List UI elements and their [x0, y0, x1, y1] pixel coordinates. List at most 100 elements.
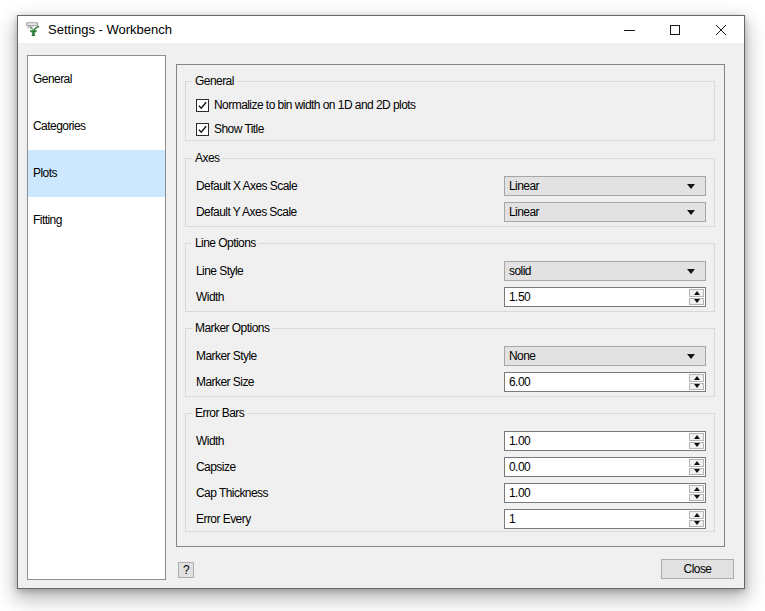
- spin-down-button[interactable]: [689, 383, 704, 391]
- line-width-row: Width 1.50: [186, 287, 714, 307]
- help-button[interactable]: ?: [178, 562, 194, 578]
- default-y-axes-scale-label: Default Y Axes Scale: [196, 202, 297, 222]
- combobox-value: None: [509, 347, 536, 365]
- spin-up-button[interactable]: [689, 511, 704, 519]
- spinbox-value: 1.50: [509, 288, 530, 306]
- spin-down-button[interactable]: [689, 298, 704, 306]
- close-window-button[interactable]: [698, 16, 744, 43]
- spin-up-icon: [694, 487, 700, 491]
- spinbox-value: 1.00: [509, 432, 530, 450]
- spin-up-icon: [694, 376, 700, 380]
- default-y-axes-scale-row: Default Y Axes Scale Linear: [186, 202, 714, 222]
- plots-settings-panel: General Normalize to bin width on 1D and…: [176, 64, 725, 547]
- spin-up-button[interactable]: [689, 433, 704, 441]
- capsize-spinbox[interactable]: 0.00: [504, 457, 706, 477]
- group-line-options: Line Options Line Style solid Width 1.50: [185, 243, 715, 312]
- spin-up-button[interactable]: [689, 459, 704, 467]
- marker-size-row: Marker Size 6.00: [186, 372, 714, 392]
- marker-style-combobox[interactable]: None: [504, 346, 706, 366]
- spinbox-value: 0.00: [509, 458, 530, 476]
- group-axes-title: Axes: [192, 151, 222, 165]
- spin-buttons: [689, 485, 704, 501]
- spin-up-button[interactable]: [689, 374, 704, 382]
- checkmark-icon: [197, 100, 208, 111]
- default-x-axes-scale-label: Default X Axes Scale: [196, 176, 297, 196]
- error-every-label: Error Every: [196, 509, 251, 529]
- group-line-options-title: Line Options: [192, 236, 259, 250]
- window-title: Settings - Workbench: [48, 16, 172, 43]
- group-general: General Normalize to bin width on 1D and…: [185, 81, 715, 141]
- spin-down-button[interactable]: [689, 468, 704, 476]
- sidebar-item-general[interactable]: General: [28, 56, 165, 103]
- line-style-combobox[interactable]: solid: [504, 261, 706, 281]
- capsize-row: Capsize 0.00: [186, 457, 714, 477]
- sidebar-item-fitting[interactable]: Fitting: [28, 197, 165, 244]
- spin-buttons: [689, 289, 704, 305]
- error-bar-width-spinbox[interactable]: 1.00: [504, 431, 706, 451]
- group-marker-options: Marker Options Marker Style None Marker …: [185, 328, 715, 397]
- normalize-bin-width-checkbox-row[interactable]: Normalize to bin width on 1D and 2D plot…: [196, 98, 416, 112]
- spin-down-icon: [694, 299, 700, 303]
- spin-buttons: [689, 374, 704, 390]
- line-style-row: Line Style solid: [186, 261, 714, 281]
- spin-up-icon: [694, 291, 700, 295]
- default-y-axes-scale-combobox[interactable]: Linear: [504, 202, 706, 222]
- spin-buttons: [689, 511, 704, 527]
- normalize-bin-width-label: Normalize to bin width on 1D and 2D plot…: [214, 98, 416, 112]
- spin-buttons: [689, 459, 704, 475]
- error-every-spinbox[interactable]: 1: [504, 509, 706, 529]
- chevron-down-icon: [687, 269, 695, 274]
- group-error-bars-title: Error Bars: [192, 406, 247, 420]
- sidebar-item-categories[interactable]: Categories: [28, 103, 165, 150]
- maximize-button[interactable]: [652, 16, 698, 43]
- capsize-label: Capsize: [196, 457, 236, 477]
- minimize-icon: [624, 30, 635, 31]
- spinbox-value: 6.00: [509, 373, 530, 391]
- category-list: General Categories Plots Fitting: [27, 55, 166, 580]
- marker-style-label: Marker Style: [196, 346, 257, 366]
- show-title-checkbox-row[interactable]: Show Title: [196, 122, 264, 136]
- line-style-label: Line Style: [196, 261, 243, 281]
- spin-down-icon: [694, 469, 700, 473]
- close-button[interactable]: Close: [661, 559, 734, 579]
- titlebar[interactable]: Settings - Workbench: [18, 16, 744, 43]
- spin-up-icon: [694, 513, 700, 517]
- spin-down-icon: [694, 384, 700, 388]
- marker-size-label: Marker Size: [196, 372, 254, 392]
- spin-down-button[interactable]: [689, 442, 704, 450]
- chevron-down-icon: [687, 354, 695, 359]
- show-title-label: Show Title: [214, 122, 264, 136]
- checkmark-icon: [197, 124, 208, 135]
- combobox-value: Linear: [509, 203, 539, 221]
- marker-size-spinbox[interactable]: 6.00: [504, 372, 706, 392]
- normalize-bin-width-checkbox[interactable]: [196, 99, 209, 112]
- settings-dialog-window: Settings - Workbench General Categories …: [17, 15, 745, 589]
- line-width-label: Width: [196, 287, 224, 307]
- spin-down-button[interactable]: [689, 520, 704, 528]
- combobox-value: Linear: [509, 177, 539, 195]
- line-width-spinbox[interactable]: 1.50: [504, 287, 706, 307]
- show-title-checkbox[interactable]: [196, 123, 209, 136]
- spin-up-icon: [694, 435, 700, 439]
- group-error-bars: Error Bars Width 1.00 Capsize 0.00: [185, 413, 715, 532]
- chevron-down-icon: [687, 184, 695, 189]
- spin-down-icon: [694, 443, 700, 447]
- spinbox-value: 1.00: [509, 484, 530, 502]
- minimize-button[interactable]: [606, 16, 652, 43]
- mantid-logo-icon: [26, 22, 41, 37]
- error-bar-width-row: Width 1.00: [186, 431, 714, 451]
- cap-thickness-row: Cap Thickness 1.00: [186, 483, 714, 503]
- marker-style-row: Marker Style None: [186, 346, 714, 366]
- spin-up-button[interactable]: [689, 485, 704, 493]
- spin-down-icon: [694, 521, 700, 525]
- sidebar-item-plots[interactable]: Plots: [28, 150, 165, 197]
- spinbox-value: 1: [509, 510, 515, 528]
- default-x-axes-scale-combobox[interactable]: Linear: [504, 176, 706, 196]
- close-icon: [715, 24, 727, 36]
- spin-down-button[interactable]: [689, 494, 704, 502]
- cap-thickness-spinbox[interactable]: 1.00: [504, 483, 706, 503]
- maximize-icon: [670, 25, 680, 35]
- chevron-down-icon: [687, 210, 695, 215]
- spin-up-button[interactable]: [689, 289, 704, 297]
- cap-thickness-label: Cap Thickness: [196, 483, 268, 503]
